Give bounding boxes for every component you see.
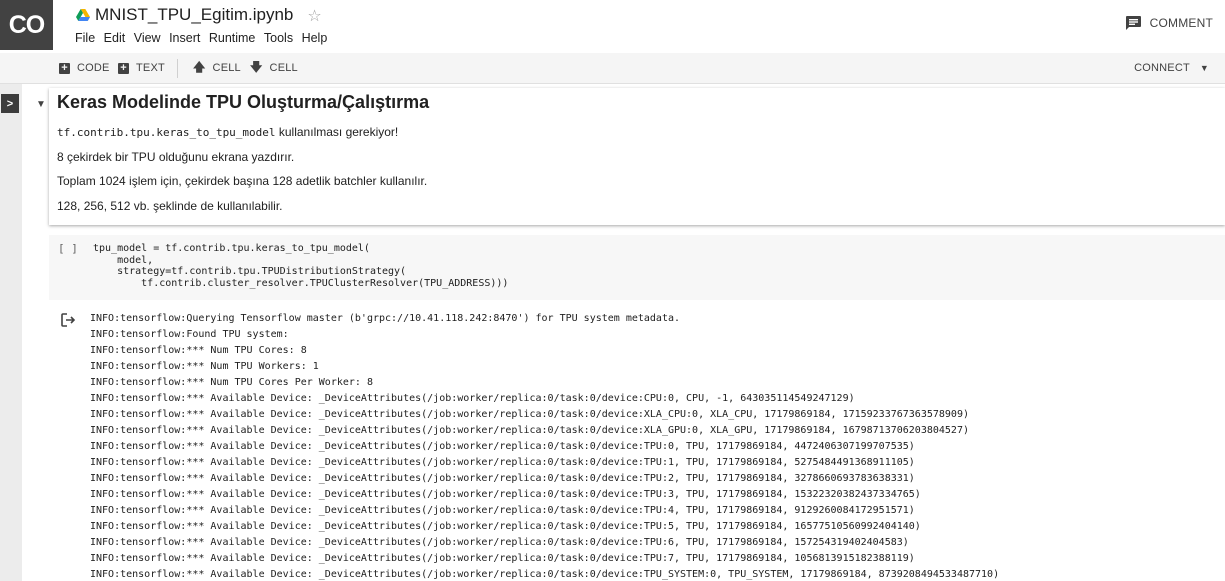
output-line: INFO:tensorflow:*** Num TPU Workers: 1 xyxy=(90,361,319,372)
title-row: MNIST_TPU_Egitim.ipynb ☆ xyxy=(76,5,322,25)
expand-sidebar-button[interactable]: > xyxy=(1,94,19,113)
comment-label: COMMENT xyxy=(1149,16,1213,30)
menu-item-file[interactable]: File xyxy=(75,31,95,45)
arrow-down-icon: 🡇 xyxy=(250,59,263,74)
output-line: INFO:tensorflow:*** Available Device: _D… xyxy=(90,505,915,516)
star-outline-icon[interactable]: ☆ xyxy=(307,6,321,26)
notebook-title[interactable]: MNIST_TPU_Egitim.ipynb xyxy=(95,5,293,25)
output-line: INFO:tensorflow:*** Available Device: _D… xyxy=(90,441,915,452)
output-line: INFO:tensorflow:*** Num TPU Cores: 8 xyxy=(90,345,307,356)
menu-item-insert[interactable]: Insert xyxy=(169,31,200,45)
notebook-header: CO MNIST_TPU_Egitim.ipynb ☆ File Edit Vi… xyxy=(0,0,1225,52)
left-rail: > xyxy=(0,84,22,581)
section-heading: Keras Modelinde TPU Oluşturma/Çalıştırma xyxy=(57,92,430,112)
move-cell-up-button[interactable]: 🡅 CELL xyxy=(193,53,241,83)
text-cell[interactable]: Keras Modelinde TPU Oluşturma/Çalıştırma… xyxy=(49,88,1225,225)
text-line-1-rest: kullanılması gerekiyor! xyxy=(275,125,399,139)
cell-up-label: CELL xyxy=(212,62,241,74)
connect-label: CONNECT xyxy=(1134,62,1190,74)
arrow-up-icon: 🡅 xyxy=(193,59,206,74)
output-line: INFO:tensorflow:*** Available Device: _D… xyxy=(90,425,969,436)
menu-item-tools[interactable]: Tools xyxy=(264,31,293,45)
add-text-cell-button[interactable]: + TEXT xyxy=(118,53,165,83)
text-line-1: tf.contrib.tpu.keras_to_tpu_model kullan… xyxy=(57,125,398,139)
colab-logo[interactable]: CO xyxy=(0,0,53,50)
output-line: INFO:tensorflow:*** Available Device: _D… xyxy=(90,553,915,564)
output-line: INFO:tensorflow:*** Available Device: _D… xyxy=(90,489,921,500)
menu-item-edit[interactable]: Edit xyxy=(104,31,126,45)
output-line: INFO:tensorflow:*** Available Device: _D… xyxy=(90,473,915,484)
output-line: INFO:tensorflow:Found TPU system: xyxy=(90,329,289,340)
menu-bar: File Edit View Insert Runtime Tools Help xyxy=(75,31,336,45)
plus-box-icon: + xyxy=(118,62,129,74)
code-editor[interactable]: tpu_model = tf.contrib.tpu.keras_to_tpu_… xyxy=(93,243,508,290)
text-line-2: 8 çekirdek bir TPU olduğunu ekrana yazdı… xyxy=(57,150,295,164)
comment-icon xyxy=(1125,16,1141,30)
output-line: INFO:tensorflow:Querying Tensorflow mast… xyxy=(90,313,681,324)
output-clear-icon[interactable] xyxy=(61,312,76,327)
add-text-label: TEXT xyxy=(136,62,165,74)
toolbar: + CODE + TEXT 🡅 CELL 🡇 CELL CONNECT ▼ xyxy=(0,53,1225,84)
output-line: INFO:tensorflow:*** Available Device: _D… xyxy=(90,537,909,548)
output-line: INFO:tensorflow:*** Available Device: _D… xyxy=(90,457,915,468)
output-line: INFO:tensorflow:*** Num TPU Cores Per Wo… xyxy=(90,377,373,388)
inline-code: tf.contrib.tpu.keras_to_tpu_model xyxy=(57,126,276,139)
run-cell-button[interactable]: [ ] xyxy=(58,242,78,255)
comment-button[interactable]: COMMENT xyxy=(1125,16,1213,30)
caret-down-icon: ▼ xyxy=(1199,63,1209,73)
add-code-label: CODE xyxy=(77,62,110,74)
chevron-right-icon: > xyxy=(6,97,14,110)
connect-button[interactable]: CONNECT ▼ xyxy=(1134,53,1209,83)
menu-item-view[interactable]: View xyxy=(134,31,161,45)
output-line: INFO:tensorflow:*** Available Device: _D… xyxy=(90,393,855,404)
text-line-3: Toplam 1024 işlem için, çekirdek başına … xyxy=(57,174,428,188)
output-line: INFO:tensorflow:*** Available Device: _D… xyxy=(90,409,969,420)
move-cell-down-button[interactable]: 🡇 CELL xyxy=(250,53,298,83)
collapse-section-icon[interactable]: ▼ xyxy=(36,99,46,110)
output-line: INFO:tensorflow:*** Available Device: _D… xyxy=(90,521,921,532)
toolbar-divider xyxy=(177,59,178,78)
cell-down-label: CELL xyxy=(269,62,298,74)
cell-output: INFO:tensorflow:Querying Tensorflow mast… xyxy=(90,311,999,581)
google-drive-icon xyxy=(76,9,90,21)
menu-item-help[interactable]: Help xyxy=(302,31,328,45)
add-code-cell-button[interactable]: + CODE xyxy=(59,53,110,83)
menu-item-runtime[interactable]: Runtime xyxy=(209,31,256,45)
plus-box-icon: + xyxy=(59,62,70,74)
text-line-4: 128, 256, 512 vb. şeklinde de kullanılab… xyxy=(57,199,283,213)
output-line: INFO:tensorflow:*** Available Device: _D… xyxy=(90,569,1000,580)
